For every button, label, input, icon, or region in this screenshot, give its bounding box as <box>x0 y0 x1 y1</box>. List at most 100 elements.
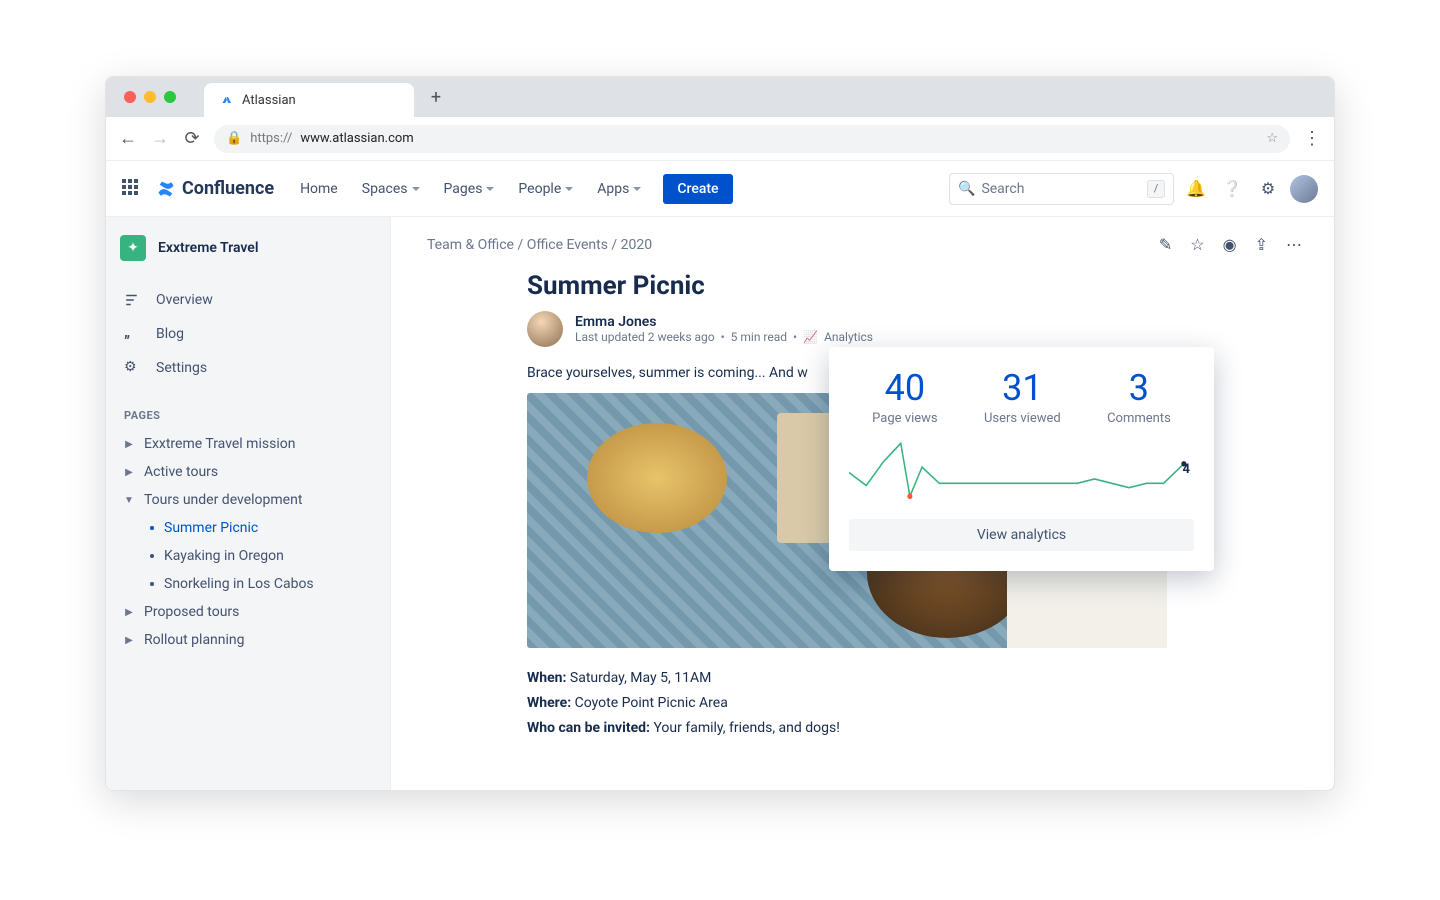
chevron-down-icon <box>412 187 420 191</box>
chevron-down-icon <box>486 187 494 191</box>
sidebar-overview[interactable]: Overview <box>120 283 376 317</box>
page-views-value: 40 <box>872 367 937 409</box>
atlassian-icon <box>218 92 234 108</box>
sidebar-section-pages: PAGES <box>124 409 376 422</box>
chevron-right-icon: ▶ <box>122 467 136 478</box>
browser-tab-strip: Atlassian + <box>106 77 1334 117</box>
chevron-down-icon <box>565 187 573 191</box>
chevron-down-icon <box>633 187 641 191</box>
search-icon: 🔍 <box>958 181 975 197</box>
create-button[interactable]: Create <box>663 174 732 204</box>
space-icon: ✦ <box>120 235 146 261</box>
profile-avatar[interactable] <box>1290 175 1318 203</box>
tree-item-active-tours[interactable]: ▶Active tours <box>120 458 376 486</box>
search-shortcut-hint: / <box>1147 180 1165 198</box>
author-name[interactable]: Emma Jones <box>575 314 873 330</box>
browser-tab-active[interactable]: Atlassian <box>204 83 414 117</box>
share-icon[interactable]: ⇪ <box>1255 235 1268 254</box>
sparkline-end-value: 4 <box>1183 462 1190 477</box>
page-views-label: Page views <box>872 411 937 426</box>
url-scheme: https:// <box>250 131 292 146</box>
reload-button[interactable]: ⟳ <box>182 128 202 149</box>
product-name: Confluence <box>182 178 274 199</box>
gear-icon: ⚙ <box>124 359 142 377</box>
who-value: Your family, friends, and dogs! <box>650 720 840 736</box>
star-icon[interactable]: ☆ <box>1266 131 1278 146</box>
tree-child-snorkeling[interactable]: Snorkeling in Los Cabos <box>120 570 376 598</box>
view-analytics-button[interactable]: View analytics <box>849 519 1194 551</box>
page-meta: Last updated 2 weeks ago • 5 min read • … <box>575 330 873 344</box>
analytics-popover: 40 Page views 31 Users viewed 3 Comments <box>829 347 1214 571</box>
chevron-right-icon: ▶ <box>122 439 136 450</box>
nav-home[interactable]: Home <box>292 175 346 203</box>
nav-spaces[interactable]: Spaces <box>354 175 428 203</box>
browser-menu-button[interactable]: ⋮ <box>1302 128 1322 149</box>
overview-icon <box>124 291 142 309</box>
event-details: When: Saturday, May 5, 11AM Where: Coyot… <box>527 666 1298 742</box>
edit-icon[interactable]: ✎ <box>1159 235 1172 254</box>
minimize-window-button[interactable] <box>144 91 156 103</box>
window-controls <box>114 91 186 103</box>
users-viewed-label: Users viewed <box>984 411 1061 426</box>
address-bar[interactable]: 🔒 https:// www.atlassian.com ☆ <box>214 125 1290 153</box>
where-label: Where: <box>527 695 571 711</box>
star-icon[interactable]: ☆ <box>1190 235 1204 254</box>
sidebar: ✦ Exxtreme Travel Overview „ Blog ⚙ Sett… <box>106 217 391 790</box>
page-content: Team & Office / Office Events / 2020 ✎ ☆… <box>391 217 1334 790</box>
search-input[interactable]: 🔍 Search / <box>949 173 1174 205</box>
blog-icon: „ <box>124 325 142 343</box>
tree-item-proposed[interactable]: ▶Proposed tours <box>120 598 376 626</box>
maximize-window-button[interactable] <box>164 91 176 103</box>
product-logo[interactable]: Confluence <box>156 178 274 199</box>
tree-child-summer-picnic[interactable]: Summer Picnic <box>120 514 376 542</box>
app-header: Confluence Home Spaces Pages People Apps… <box>106 161 1334 217</box>
confluence-icon <box>156 179 176 199</box>
author-avatar[interactable] <box>527 311 563 347</box>
nav-people[interactable]: People <box>510 175 581 203</box>
comments-label: Comments <box>1107 411 1171 426</box>
bullet-icon <box>150 526 154 530</box>
notifications-icon[interactable]: 🔔 <box>1182 175 1210 203</box>
tree-child-kayaking[interactable]: Kayaking in Oregon <box>120 542 376 570</box>
stat-page-views: 40 Page views <box>872 367 937 426</box>
who-label: Who can be invited: <box>527 720 650 736</box>
sparkline-chart: 4 <box>849 440 1194 505</box>
space-header[interactable]: ✦ Exxtreme Travel <box>120 235 376 261</box>
tab-title: Atlassian <box>242 93 296 108</box>
comments-value: 3 <box>1107 367 1171 409</box>
bullet-icon <box>150 554 154 558</box>
close-window-button[interactable] <box>124 91 136 103</box>
more-icon[interactable]: ⋯ <box>1286 235 1302 254</box>
analytics-chart-icon: 📈 <box>803 330 818 344</box>
last-updated: Last updated 2 weeks ago <box>575 330 715 344</box>
byline: Emma Jones Last updated 2 weeks ago • 5 … <box>527 311 1298 347</box>
chevron-right-icon: ▶ <box>122 635 136 646</box>
tree-item-rollout[interactable]: ▶Rollout planning <box>120 626 376 654</box>
stat-users-viewed: 31 Users viewed <box>984 367 1061 426</box>
watch-icon[interactable]: ◉ <box>1223 235 1237 254</box>
tree-item-mission[interactable]: ▶Exxtreme Travel mission <box>120 430 376 458</box>
search-placeholder: Search <box>981 181 1024 197</box>
stat-comments: 3 Comments <box>1107 367 1171 426</box>
sidebar-settings[interactable]: ⚙ Settings <box>120 351 376 385</box>
new-tab-button[interactable]: + <box>422 83 450 111</box>
settings-icon[interactable]: ⚙ <box>1254 175 1282 203</box>
bullet-icon <box>150 582 154 586</box>
read-time: 5 min read <box>731 330 787 344</box>
sidebar-blog[interactable]: „ Blog <box>120 317 376 351</box>
forward-button[interactable]: → <box>150 128 170 149</box>
when-label: When: <box>527 670 566 686</box>
analytics-link[interactable]: Analytics <box>824 330 873 344</box>
nav-pages[interactable]: Pages <box>436 175 503 203</box>
browser-toolbar: ← → ⟳ 🔒 https:// www.atlassian.com ☆ ⋮ <box>106 117 1334 161</box>
back-button[interactable]: ← <box>118 128 138 149</box>
help-icon[interactable]: ❔ <box>1218 175 1246 203</box>
app-switcher-icon[interactable] <box>122 179 142 199</box>
page-action-bar: ✎ ☆ ◉ ⇪ ⋯ <box>1159 235 1302 254</box>
users-viewed-value: 31 <box>984 367 1061 409</box>
chevron-down-icon: ▼ <box>122 495 136 506</box>
lock-icon: 🔒 <box>226 131 242 146</box>
tree-item-tours-dev[interactable]: ▼Tours under development <box>120 486 376 514</box>
page-title: Summer Picnic <box>527 271 1298 301</box>
nav-apps[interactable]: Apps <box>589 175 649 203</box>
